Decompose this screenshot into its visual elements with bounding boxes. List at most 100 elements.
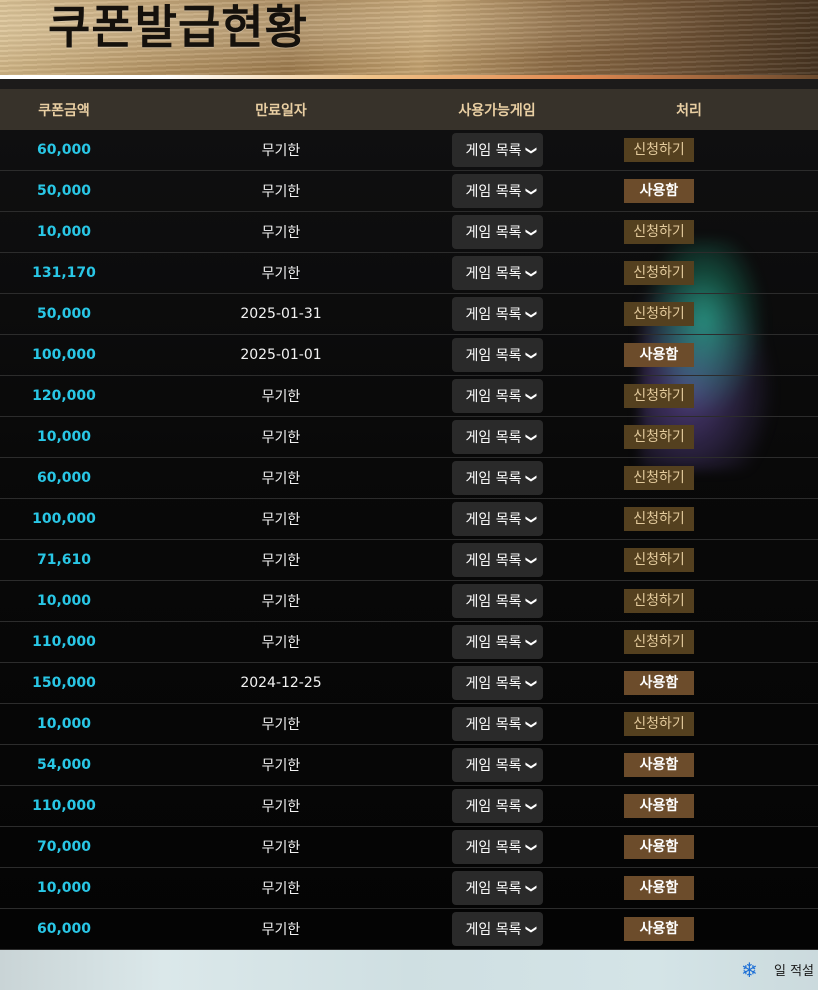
- game-list-label: 게임 목록: [465, 676, 522, 692]
- game-list-label: 게임 목록: [465, 266, 522, 282]
- expiry-date: 무기한: [261, 840, 301, 856]
- game-list-select[interactable]: 게임 목록 ❯: [451, 133, 543, 167]
- apply-button[interactable]: 신청하기: [624, 302, 694, 326]
- used-button[interactable]: 사용함: [624, 179, 694, 203]
- action-cell: 신청하기: [560, 630, 818, 654]
- game-list-select[interactable]: 게임 목록 ❯: [451, 871, 543, 905]
- used-button[interactable]: 사용함: [624, 343, 694, 367]
- expiry-date: 무기한: [261, 512, 301, 528]
- game-list-select[interactable]: 게임 목록 ❯: [451, 174, 543, 208]
- chevron-down-icon: ❯: [525, 678, 539, 688]
- apply-button[interactable]: 신청하기: [624, 630, 694, 654]
- apply-button[interactable]: 신청하기: [624, 138, 694, 162]
- coupon-table-body: 60,000 무기한 게임 목록 ❯ 신청하기 50,000 무기한 게임 목록…: [0, 130, 818, 950]
- coupon-amount: 71,610: [36, 552, 92, 568]
- apply-button[interactable]: 신청하기: [624, 384, 694, 408]
- table-row: 54,000 무기한 게임 목록 ❯ 사용함: [0, 745, 818, 786]
- used-button[interactable]: 사용함: [624, 917, 694, 941]
- used-button[interactable]: 사용함: [624, 794, 694, 818]
- chevron-down-icon: ❯: [525, 719, 539, 729]
- game-list-select[interactable]: 게임 목록 ❯: [451, 912, 543, 946]
- table-header: 쿠폰금액 만료일자 사용가능게임 처리: [0, 89, 818, 130]
- coupon-amount: 60,000: [36, 142, 92, 158]
- action-cell: 사용함: [560, 343, 818, 367]
- coupon-amount: 60,000: [36, 921, 92, 937]
- apply-button[interactable]: 신청하기: [624, 425, 694, 449]
- footer-bar: ❄ 일 적설: [0, 950, 818, 990]
- apply-button[interactable]: 신청하기: [624, 220, 694, 244]
- game-list-select[interactable]: 게임 목록 ❯: [451, 625, 543, 659]
- used-button[interactable]: 사용함: [624, 753, 694, 777]
- chevron-down-icon: ❯: [525, 883, 539, 893]
- action-cell: 신청하기: [560, 138, 818, 162]
- game-list-label: 게임 목록: [465, 512, 522, 528]
- action-cell: 신청하기: [560, 302, 818, 326]
- game-list-select[interactable]: 게임 목록 ❯: [451, 707, 543, 741]
- used-button[interactable]: 사용함: [624, 671, 694, 695]
- game-cell: 게임 목록 ❯: [434, 707, 560, 741]
- coupon-amount: 50,000: [36, 306, 92, 322]
- game-list-select[interactable]: 게임 목록 ❯: [451, 215, 543, 249]
- game-cell: 게임 목록 ❯: [434, 625, 560, 659]
- game-cell: 게임 목록 ❯: [434, 379, 560, 413]
- chevron-down-icon: ❯: [525, 186, 539, 196]
- game-cell: 게임 목록 ❯: [434, 543, 560, 577]
- coupon-amount: 120,000: [32, 388, 96, 404]
- game-list-select[interactable]: 게임 목록 ❯: [451, 584, 543, 618]
- game-list-label: 게임 목록: [465, 799, 522, 815]
- game-list-select[interactable]: 게임 목록 ❯: [451, 338, 543, 372]
- coupon-amount: 100,000: [32, 347, 96, 363]
- game-list-select[interactable]: 게임 목록 ❯: [451, 256, 543, 290]
- coupon-amount: 70,000: [36, 839, 92, 855]
- apply-button[interactable]: 신청하기: [624, 712, 694, 736]
- used-button[interactable]: 사용함: [624, 835, 694, 859]
- expiry-date: 2025-01-31: [240, 306, 322, 322]
- game-list-select[interactable]: 게임 목록 ❯: [451, 297, 543, 331]
- expiry-date: 무기한: [261, 881, 301, 897]
- apply-button[interactable]: 신청하기: [624, 548, 694, 572]
- game-cell: 게임 목록 ❯: [434, 461, 560, 495]
- game-cell: 게임 목록 ❯: [434, 871, 560, 905]
- expiry-date: 무기한: [261, 184, 301, 200]
- game-list-select[interactable]: 게임 목록 ❯: [451, 461, 543, 495]
- page-title: 쿠폰발급현황: [48, 0, 308, 54]
- table-row: 10,000 무기한 게임 목록 ❯ 신청하기: [0, 704, 818, 745]
- coupon-amount: 10,000: [36, 716, 92, 732]
- expiry-date: 무기한: [261, 389, 301, 405]
- game-list-select[interactable]: 게임 목록 ❯: [451, 379, 543, 413]
- game-list-label: 게임 목록: [465, 758, 522, 774]
- expiry-date: 무기한: [261, 922, 301, 938]
- coupon-amount: 10,000: [36, 224, 92, 240]
- apply-button[interactable]: 신청하기: [624, 261, 694, 285]
- banner-gap: [0, 79, 818, 89]
- page-banner: 쿠폰발급현황: [0, 0, 818, 78]
- chevron-down-icon: ❯: [525, 268, 539, 278]
- game-cell: 게임 목록 ❯: [434, 830, 560, 864]
- game-list-select[interactable]: 게임 목록 ❯: [451, 666, 543, 700]
- expiry-date: 무기한: [261, 717, 301, 733]
- used-button[interactable]: 사용함: [624, 876, 694, 900]
- game-list-select[interactable]: 게임 목록 ❯: [451, 789, 543, 823]
- chevron-down-icon: ❯: [525, 801, 539, 811]
- game-list-select[interactable]: 게임 목록 ❯: [451, 748, 543, 782]
- chevron-down-icon: ❯: [525, 432, 539, 442]
- game-list-select[interactable]: 게임 목록 ❯: [451, 543, 543, 577]
- game-list-select[interactable]: 게임 목록 ❯: [451, 420, 543, 454]
- game-cell: 게임 목록 ❯: [434, 338, 560, 372]
- game-cell: 게임 목록 ❯: [434, 584, 560, 618]
- game-list-label: 게임 목록: [465, 348, 522, 364]
- apply-button[interactable]: 신청하기: [624, 466, 694, 490]
- game-list-select[interactable]: 게임 목록 ❯: [451, 502, 543, 536]
- chevron-down-icon: ❯: [525, 842, 539, 852]
- apply-button[interactable]: 신청하기: [624, 507, 694, 531]
- table-row: 50,000 2025-01-31 게임 목록 ❯ 신청하기: [0, 294, 818, 335]
- game-list-label: 게임 목록: [465, 184, 522, 200]
- action-cell: 신청하기: [560, 220, 818, 244]
- coupon-amount: 131,170: [32, 265, 96, 281]
- game-cell: 게임 목록 ❯: [434, 215, 560, 249]
- apply-button[interactable]: 신청하기: [624, 589, 694, 613]
- game-list-select[interactable]: 게임 목록 ❯: [451, 830, 543, 864]
- coupon-amount: 100,000: [32, 511, 96, 527]
- coupon-amount: 110,000: [32, 798, 96, 814]
- expiry-date: 무기한: [261, 266, 301, 282]
